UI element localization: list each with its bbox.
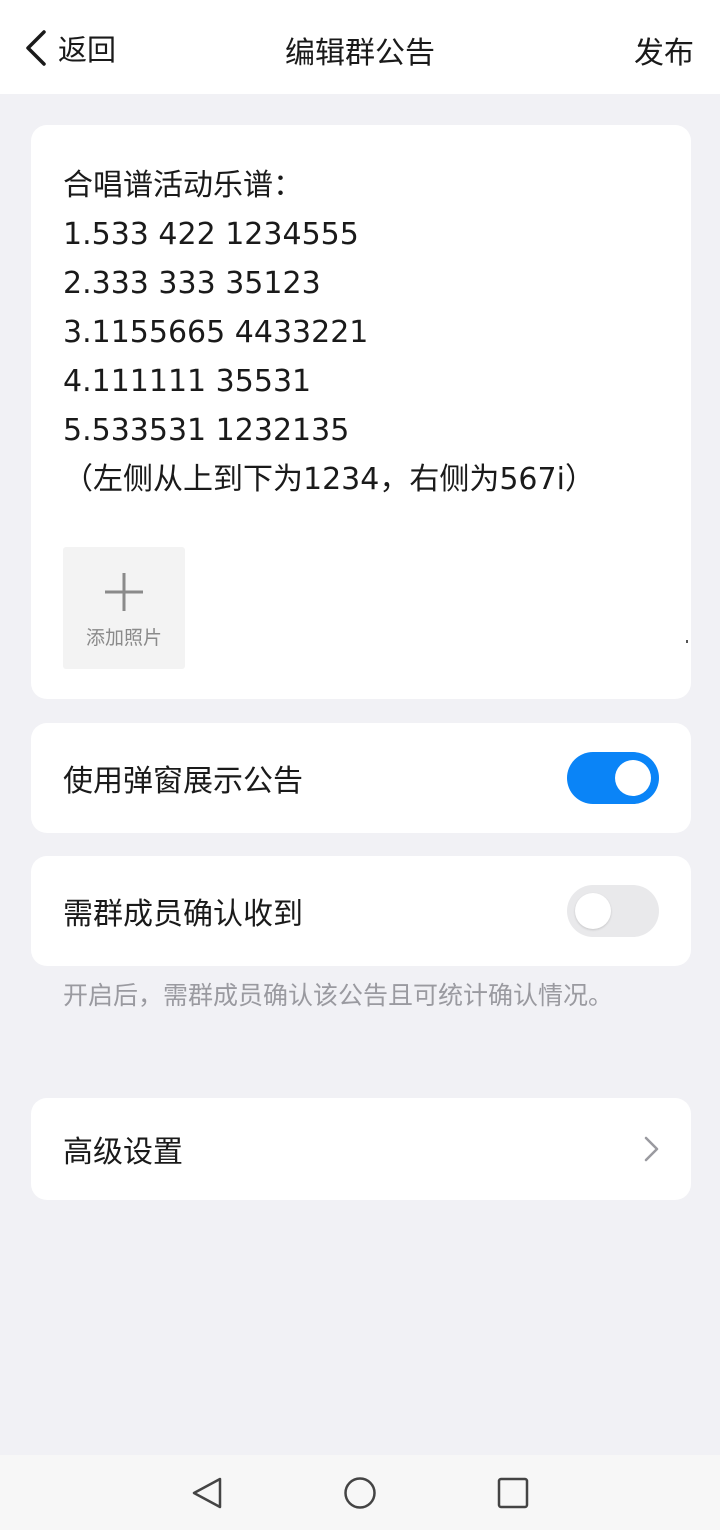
text-caret: [686, 640, 688, 643]
top-bar: 返回 编辑群公告 发布: [0, 0, 720, 94]
member-confirm-label: 需群成员确认收到: [63, 897, 303, 932]
popup-display-label: 使用弹窗展示公告: [63, 764, 303, 799]
edit-announcement-screen: 返回 编辑群公告 发布 合唱谱活动乐谱： 1.533 422 1234555 2…: [0, 0, 720, 1530]
advanced-settings-row[interactable]: 高级设置: [31, 1098, 691, 1200]
add-photo-label: 添加照片: [85, 627, 162, 649]
advanced-settings-label: 高级设置: [63, 1135, 183, 1170]
member-confirm-row: 需群成员确认收到: [31, 856, 691, 966]
page-title: 编辑群公告: [285, 36, 435, 71]
toggle-knob: [615, 760, 651, 796]
member-confirm-toggle[interactable]: [567, 885, 659, 937]
member-confirm-hint: 开启后，需群成员确认该公告且可统计确认情况。: [63, 981, 614, 1010]
popup-display-row: 使用弹窗展示公告: [31, 723, 691, 833]
popup-display-toggle[interactable]: [567, 752, 659, 804]
publish-button[interactable]: 发布: [634, 28, 694, 72]
announcement-text-area[interactable]: 合唱谱活动乐谱： 1.533 422 1234555 2.333 333 351…: [63, 161, 673, 504]
system-navigation-bar: [0, 1455, 720, 1530]
toggle-knob: [575, 893, 611, 929]
chevron-right-icon: [644, 1136, 659, 1162]
circle-home-icon[interactable]: [340, 1473, 380, 1513]
triangle-back-icon[interactable]: [188, 1473, 228, 1513]
announcement-editor-card: 合唱谱活动乐谱： 1.533 422 1234555 2.333 333 351…: [31, 125, 691, 699]
add-photo-button[interactable]: 添加照片: [63, 547, 185, 669]
plus-icon: [105, 573, 143, 611]
square-recent-icon[interactable]: [493, 1473, 533, 1513]
